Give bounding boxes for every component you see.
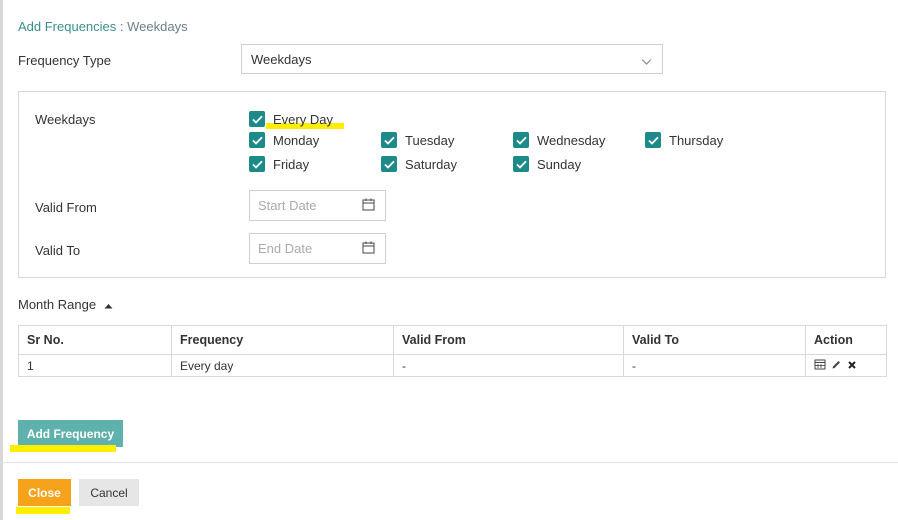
cell-sr-no: 1 [18, 354, 172, 377]
close-button[interactable]: Close [18, 479, 71, 506]
check-icon [381, 156, 397, 172]
frequency-table: Sr No. Frequency Valid From Valid To Act… [18, 325, 887, 377]
highlight-mark [16, 507, 70, 514]
table-header-row: Sr No. Frequency Valid From Valid To Act… [18, 325, 887, 355]
cell-valid-to: - [623, 354, 806, 377]
checkbox-every-day[interactable]: Every Day [249, 111, 333, 127]
checkbox-label: Sunday [537, 156, 582, 172]
checkbox-label: Friday [273, 156, 310, 172]
weekdays-panel: Weekdays Every Day Monday Tuesday Wednes… [18, 91, 886, 278]
checkbox-label: Thursday [669, 132, 724, 148]
check-icon [249, 111, 265, 127]
checkbox-label: Every Day [273, 111, 333, 127]
checkbox-monday[interactable]: Monday [249, 132, 319, 148]
calendar-icon[interactable] [362, 198, 375, 214]
check-icon [381, 132, 397, 148]
header-sr-no: Sr No. [18, 325, 172, 355]
breadcrumb: Add Frequencies : Weekdays [18, 19, 188, 34]
end-date-placeholder: End Date [258, 241, 313, 256]
breadcrumb-link-add-frequencies[interactable]: Add Frequencies [18, 19, 116, 34]
valid-from-label: Valid From [35, 200, 97, 215]
add-frequency-button[interactable]: Add Frequency [18, 420, 123, 447]
checkbox-label: Wednesday [537, 132, 606, 148]
check-icon [249, 132, 265, 148]
month-range-toggle[interactable]: Month Range [18, 297, 113, 312]
cell-valid-from: - [393, 354, 624, 377]
window-edge [0, 0, 3, 520]
end-date-input[interactable]: End Date [249, 233, 386, 264]
check-icon [249, 156, 265, 172]
checkbox-sunday[interactable]: Sunday [513, 156, 581, 172]
highlight-mark [10, 445, 116, 452]
breadcrumb-current: Weekdays [127, 19, 188, 34]
caret-up-icon [104, 297, 113, 312]
footer-divider [0, 462, 898, 463]
cell-frequency: Every day [171, 354, 394, 377]
checkbox-friday[interactable]: Friday [249, 156, 309, 172]
check-icon [513, 156, 529, 172]
pencil-icon[interactable] [831, 359, 842, 373]
header-valid-to: Valid To [623, 325, 806, 355]
start-date-placeholder: Start Date [258, 198, 317, 213]
check-icon [513, 132, 529, 148]
weekdays-label: Weekdays [35, 112, 96, 127]
frequency-type-label: Frequency Type [18, 53, 111, 68]
checkbox-label: Saturday [405, 156, 458, 172]
header-action: Action [805, 325, 887, 355]
month-range-label: Month Range [18, 297, 97, 312]
checkbox-thursday[interactable]: Thursday [645, 132, 723, 148]
table-row: 1 Every day - - [18, 354, 887, 377]
checkbox-tuesday[interactable]: Tuesday [381, 132, 454, 148]
breadcrumb-separator: : [116, 19, 128, 34]
cancel-button[interactable]: Cancel [79, 479, 139, 506]
header-frequency: Frequency [171, 325, 394, 355]
close-icon[interactable] [847, 359, 857, 373]
valid-to-label: Valid To [35, 243, 81, 258]
checkbox-wednesday[interactable]: Wednesday [513, 132, 605, 148]
frequency-type-select[interactable]: Weekdays [241, 44, 663, 74]
checkbox-label: Monday [273, 132, 320, 148]
calendar-icon[interactable] [362, 241, 375, 257]
check-icon [645, 132, 661, 148]
chevron-down-icon [641, 54, 652, 69]
cell-actions [805, 354, 887, 377]
calendar-icon[interactable] [814, 358, 826, 373]
header-valid-from: Valid From [393, 325, 624, 355]
start-date-input[interactable]: Start Date [249, 190, 386, 221]
checkbox-saturday[interactable]: Saturday [381, 156, 457, 172]
frequency-type-value: Weekdays [251, 52, 312, 67]
checkbox-label: Tuesday [405, 132, 455, 148]
